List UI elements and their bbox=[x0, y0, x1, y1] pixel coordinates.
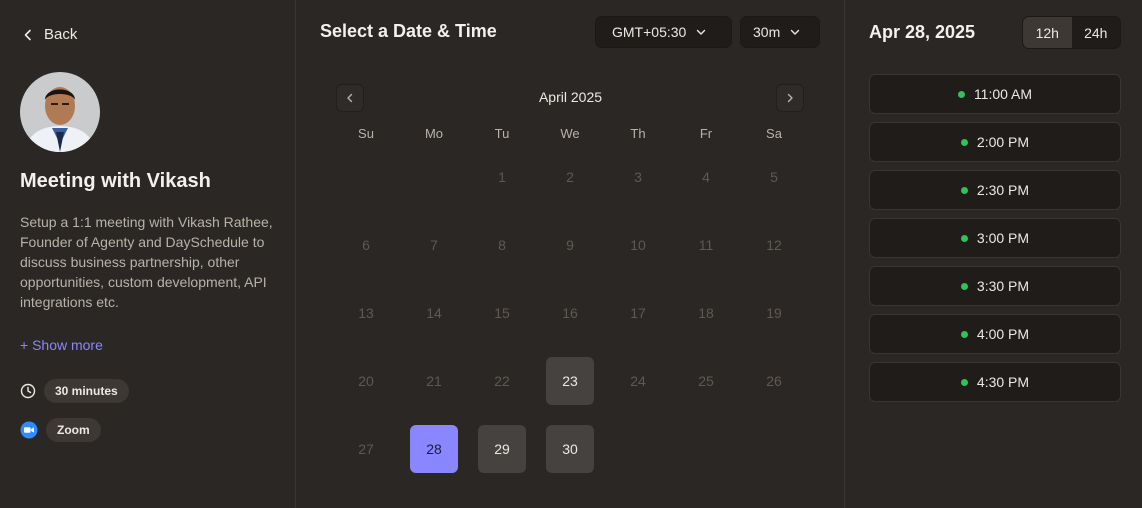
time-slot-label: 4:00 PM bbox=[976, 326, 1030, 342]
duration-row: 30 minutes bbox=[20, 379, 129, 403]
format-24h-button[interactable]: 24h bbox=[1072, 17, 1121, 48]
availability-dot-icon bbox=[957, 90, 965, 98]
time-slot-label: 11:00 AM bbox=[973, 86, 1033, 102]
weekday-fr: Fr bbox=[699, 126, 713, 141]
calendar-day-13: 13 bbox=[358, 305, 374, 321]
time-slot-label: 2:30 PM bbox=[976, 182, 1030, 198]
zoom-icon bbox=[20, 421, 38, 439]
timezone-value: GMT+05:30 bbox=[612, 24, 687, 40]
calendar-day-16: 16 bbox=[562, 305, 578, 321]
clock-icon bbox=[20, 383, 36, 399]
timezone-select[interactable]: GMT+05:30 bbox=[595, 16, 732, 48]
calendar-day-5: 5 bbox=[770, 169, 778, 185]
time-slot-button[interactable]: 3:00 PM bbox=[869, 218, 1121, 258]
availability-dot-icon bbox=[960, 186, 968, 194]
event-description: Setup a 1:1 meeting with Vikash Rathee, … bbox=[20, 214, 273, 310]
calendar-panel: Select a Date & Time GMT+05:30 30m April… bbox=[296, 0, 845, 508]
time-slot-label: 3:00 PM bbox=[976, 230, 1030, 246]
time-slot-button[interactable]: 2:00 PM bbox=[869, 122, 1121, 162]
availability-dot-icon bbox=[960, 330, 968, 338]
calendar-day-24: 24 bbox=[630, 373, 646, 389]
calendar-day-19: 19 bbox=[766, 305, 782, 321]
calendar-day-29[interactable]: 29 bbox=[478, 425, 526, 473]
availability-dot-icon bbox=[960, 138, 968, 146]
time-slots-panel: Apr 28, 2025 12h 24h 11:00 AM 2:00 PM 2:30… bbox=[845, 0, 1142, 508]
calendar-day-28[interactable]: 28 bbox=[410, 425, 458, 473]
calendar-day-23[interactable]: 23 bbox=[546, 357, 594, 405]
host-avatar bbox=[20, 72, 100, 152]
location-badge: Zoom bbox=[46, 418, 101, 442]
weekday-we: We bbox=[560, 126, 580, 141]
calendar-day-2: 2 bbox=[566, 169, 574, 185]
time-slot-label: 4:30 PM bbox=[976, 374, 1030, 390]
calendar-day-18: 18 bbox=[698, 305, 714, 321]
weekday-su: Su bbox=[358, 126, 374, 141]
calendar-heading: Select a Date & Time bbox=[320, 21, 497, 41]
back-label: Back bbox=[44, 26, 78, 43]
duration-badge: 30 minutes bbox=[44, 379, 129, 403]
calendar-day-14: 14 bbox=[426, 305, 442, 321]
weekday-tu: Tu bbox=[494, 126, 510, 141]
month-label: April 2025 bbox=[538, 89, 603, 105]
event-title: Meeting with Vikash bbox=[20, 170, 211, 192]
availability-dot-icon bbox=[960, 282, 968, 290]
back-button[interactable]: Back bbox=[22, 26, 77, 43]
next-month-button[interactable] bbox=[776, 84, 804, 112]
location-row: Zoom bbox=[20, 418, 101, 442]
calendar-day-10: 10 bbox=[630, 237, 646, 253]
calendar-day-6: 6 bbox=[362, 237, 370, 253]
event-details-panel: Back Meeting with Vikash Setup a 1:1 mee… bbox=[0, 0, 296, 508]
time-slot-list: 11:00 AM 2:00 PM 2:30 PM 3:00 PM 3:30 PM 4:00… bbox=[869, 74, 1121, 410]
duration-select-value: 30m bbox=[753, 24, 781, 40]
calendar-day-15: 15 bbox=[494, 305, 510, 321]
time-slot-button[interactable]: 11:00 AM bbox=[869, 74, 1121, 114]
time-slot-button[interactable]: 4:30 PM bbox=[869, 362, 1121, 402]
calendar-day-8: 8 bbox=[498, 237, 506, 253]
chevron-left-icon bbox=[24, 29, 31, 40]
calendar-day-9: 9 bbox=[566, 237, 574, 253]
calendar-day-21: 21 bbox=[426, 373, 442, 389]
time-slot-label: 2:00 PM bbox=[976, 134, 1030, 150]
calendar-day-17: 17 bbox=[630, 305, 646, 321]
time-slot-button[interactable]: 3:30 PM bbox=[869, 266, 1121, 306]
availability-dot-icon bbox=[960, 234, 968, 242]
calendar-day-3: 3 bbox=[634, 169, 642, 185]
calendar-day-25: 25 bbox=[698, 373, 714, 389]
show-more-link[interactable]: + Show more bbox=[20, 337, 103, 353]
calendar-day-1: 1 bbox=[498, 169, 506, 185]
chevron-right-icon bbox=[787, 93, 793, 103]
weekday-mo: Mo bbox=[424, 126, 444, 141]
format-12h-button[interactable]: 12h bbox=[1023, 17, 1072, 48]
calendar-day-22: 22 bbox=[494, 373, 510, 389]
time-format-toggle: 12h 24h bbox=[1022, 16, 1121, 49]
selected-date-title: Apr 28, 2025 bbox=[869, 22, 976, 42]
duration-select[interactable]: 30m bbox=[740, 16, 820, 48]
calendar-day-11: 11 bbox=[698, 237, 714, 253]
weekday-sa: Sa bbox=[766, 126, 782, 141]
calendar-day-12: 12 bbox=[766, 237, 782, 253]
chevron-down-icon bbox=[791, 29, 800, 35]
time-slot-button[interactable]: 4:00 PM bbox=[869, 314, 1121, 354]
calendar-day-27: 27 bbox=[358, 441, 374, 457]
time-slot-label: 3:30 PM bbox=[976, 278, 1030, 294]
calendar-day-20: 20 bbox=[358, 373, 374, 389]
calendar-day-26: 26 bbox=[766, 373, 782, 389]
chevron-down-icon bbox=[697, 29, 706, 35]
time-slot-button[interactable]: 2:30 PM bbox=[869, 170, 1121, 210]
availability-dot-icon bbox=[960, 378, 968, 386]
calendar-day-30[interactable]: 30 bbox=[546, 425, 594, 473]
calendar-day-4: 4 bbox=[702, 169, 710, 185]
calendar-day-7: 7 bbox=[430, 237, 438, 253]
weekday-th: Th bbox=[630, 126, 646, 141]
